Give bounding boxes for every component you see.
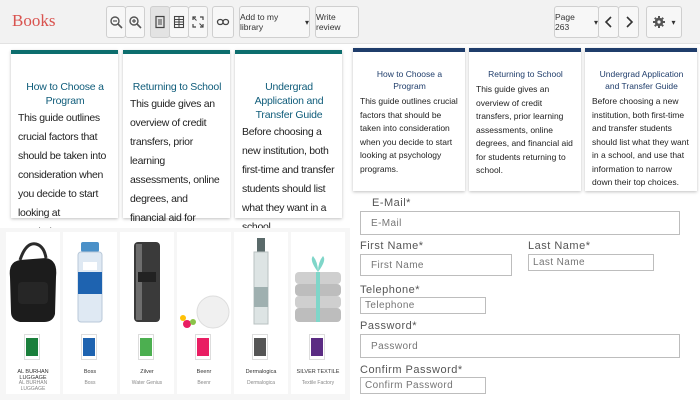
write-review-label: Write review — [316, 12, 341, 32]
guide-card-title[interactable]: Returning to School — [476, 68, 575, 80]
books-brand[interactable]: Books — [12, 11, 55, 31]
brand-logo-mark — [26, 338, 38, 356]
cosmetic-product-image — [180, 295, 230, 329]
telephone-label: Telephone* — [360, 284, 421, 296]
last-name-field[interactable] — [528, 254, 654, 271]
guide-card-description: This guide gives an overview of credit t… — [476, 84, 573, 175]
product-brand-subtitle: Boss — [84, 380, 96, 386]
product-brand-name: Beenr — [196, 369, 212, 375]
add-to-library-label: Add to my library — [240, 12, 279, 32]
guide-card-choose-program[interactable]: How to Choose a Program This guide outli… — [353, 48, 465, 191]
fullscreen-button[interactable] — [188, 6, 208, 38]
brand-logo — [24, 334, 40, 360]
page-number-label: Page 263 — [555, 12, 575, 32]
luggage-bag-image — [9, 242, 57, 322]
product-brand-name: SILVER TEXTILE — [296, 369, 340, 375]
fullscreen-icon — [192, 16, 204, 28]
guide-card-description: Before choosing a new institution, both … — [242, 126, 335, 233]
chevron-down-icon: ▾ — [671, 17, 676, 27]
link-button[interactable] — [212, 6, 234, 38]
single-page-view-button[interactable] — [150, 6, 170, 38]
telephone-field[interactable] — [360, 297, 486, 314]
guide-card-undergrad-application[interactable]: Undergrad Application and Transfer Guide… — [585, 48, 697, 191]
next-page-button[interactable] — [618, 6, 639, 38]
product-brand-subtitle: Beenr — [197, 380, 211, 386]
water-bottle-image — [77, 242, 103, 323]
brand-logo-mark — [140, 338, 152, 356]
guide-card-title[interactable]: Undergrad Application and Transfer Guide — [242, 80, 336, 122]
last-name-label: Last Name* — [528, 240, 591, 252]
previous-page-button[interactable] — [598, 6, 619, 38]
brand-logo — [81, 334, 97, 360]
confirm-password-label: Confirm Password* — [360, 364, 463, 376]
guide-card-description: Before choosing a new institution, both … — [592, 96, 689, 187]
zoom-in-button[interactable] — [125, 6, 145, 38]
brand-logo-mark — [83, 338, 95, 356]
thumbnail-view-button[interactable] — [169, 6, 189, 38]
product-brand-subtitle: AL BURHAN LUGGAGE — [18, 380, 48, 392]
add-to-library-button[interactable]: Add to my library ▾ — [239, 6, 310, 38]
registration-form: E-Mail* First Name* Last Name* Telephone… — [352, 195, 700, 400]
first-name-label: First Name* — [360, 240, 424, 252]
email-label: E-Mail* — [372, 197, 411, 209]
chevron-down-icon: ▾ — [304, 17, 309, 27]
product-brand-subtitle: Dermalogica — [246, 380, 276, 386]
skincare-bottle-image — [253, 238, 269, 325]
product-card[interactable]: AL BURHAN LUGGAGE AL BURHAN LUGGAGE — [6, 232, 60, 394]
email-field[interactable] — [360, 211, 680, 235]
chevron-right-icon — [625, 16, 633, 28]
page-selector[interactable]: Page 263 ▾ — [554, 6, 599, 38]
grid-icon — [173, 15, 185, 29]
guide-card-returning-to-school[interactable]: Returning to School This guide gives an … — [469, 48, 581, 191]
water-dispenser-image — [134, 242, 160, 322]
gear-icon — [653, 16, 666, 28]
product-card[interactable]: Boss Boss — [63, 232, 117, 394]
first-name-field[interactable] — [360, 254, 512, 276]
page-icon — [155, 15, 165, 29]
brand-logo-mark — [254, 338, 266, 356]
product-brand-subtitle: Textile Factory — [301, 380, 335, 386]
brand-products-strip: AL BURHAN LUGGAGE AL BURHAN LUGGAGE Boss… — [0, 228, 350, 400]
product-card[interactable]: Zilver Water Genius — [120, 232, 174, 394]
guide-card-description: This guide outlines crucial factors that… — [360, 96, 458, 174]
chevron-left-icon — [604, 16, 612, 28]
zoom-out-icon — [110, 16, 123, 29]
password-label: Password* — [360, 320, 418, 332]
product-card[interactable]: Beenr Beenr — [177, 232, 231, 394]
brand-logo — [309, 334, 325, 360]
brand-logo — [195, 334, 211, 360]
password-field[interactable] — [360, 334, 680, 358]
guide-card-title[interactable]: How to Choose a Program — [18, 80, 112, 108]
product-brand-subtitle: Water Genius — [131, 380, 163, 386]
guide-card-choose-program[interactable]: How to Choose a Program This guide outli… — [11, 50, 118, 257]
guide-card-title[interactable]: Returning to School — [130, 80, 224, 94]
books-toolbar: Books Add to my library ▾ Write review Pa… — [0, 0, 700, 44]
link-icon — [216, 18, 230, 26]
settings-button[interactable]: ▾ — [646, 6, 682, 38]
guide-card-title[interactable]: Undergrad Application and Transfer Guide — [592, 68, 691, 92]
guide-card-undergrad-application[interactable]: Undergrad Application and Transfer Guide… — [235, 50, 342, 233]
write-review-button[interactable]: Write review — [315, 6, 359, 38]
brand-logo — [138, 334, 154, 360]
brand-logo — [252, 334, 268, 360]
zoom-in-icon — [129, 16, 142, 29]
product-card[interactable]: Dermalogica Dermalogica — [234, 232, 288, 394]
guide-card-title[interactable]: How to Choose a Program — [360, 68, 459, 92]
confirm-password-field[interactable] — [360, 377, 486, 394]
product-card[interactable]: SILVER TEXTILE Textile Factory — [291, 232, 345, 394]
brand-logo-mark — [311, 338, 323, 356]
towel-stack-image — [295, 256, 341, 322]
brand-logo-mark — [197, 338, 209, 356]
product-brand-name: Boss — [83, 369, 97, 375]
zoom-out-button[interactable] — [106, 6, 126, 38]
product-brand-name: Dermalogica — [245, 369, 277, 375]
guide-card-returning-to-school[interactable]: Returning to School This guide gives an … — [123, 50, 230, 262]
product-brand-name: Zilver — [140, 369, 154, 375]
